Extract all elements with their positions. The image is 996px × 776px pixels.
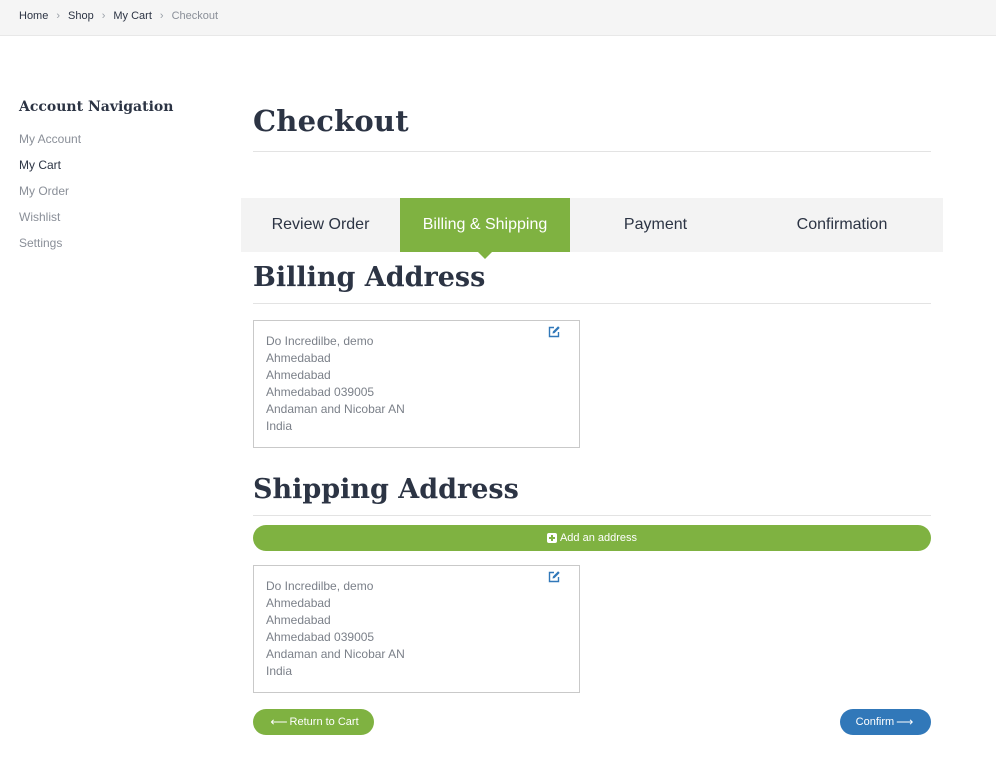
chevron-right-icon: ›: [56, 10, 61, 22]
chevron-right-icon: ›: [159, 10, 164, 22]
billing-address-line: Ahmedabad: [266, 368, 331, 382]
shipping-address-line: India: [266, 664, 293, 678]
checkout-steps: Review Order Billing & Shipping Payment …: [241, 198, 943, 259]
sidebar-item-wishlist[interactable]: Wishlist: [19, 209, 219, 235]
sidebar-item-my-order[interactable]: My Order: [19, 183, 219, 209]
shipping-address-line: Do Incredilbe, demo: [266, 579, 374, 593]
sidebar-title: Account Navigation: [19, 99, 174, 115]
breadcrumb-current: Checkout: [171, 10, 219, 22]
shipping-address-line: Andaman and Nicobar AN: [266, 647, 405, 661]
title-divider: [253, 151, 931, 152]
step-billing-shipping[interactable]: Billing & Shipping: [400, 198, 570, 259]
shipping-address-line: Ahmedabad 039005: [266, 630, 375, 644]
step-payment[interactable]: Payment: [570, 198, 741, 252]
sidebar-nav: My Account My Cart My Order Wishlist Set…: [19, 131, 219, 261]
billing-address-heading: Billing Address: [253, 262, 486, 293]
arrow-left-icon: ⟵: [270, 715, 288, 729]
return-to-cart-label: Return to Cart: [289, 716, 359, 728]
confirm-label: Confirm: [855, 716, 895, 728]
sidebar-item-settings[interactable]: Settings: [19, 235, 219, 261]
chevron-right-icon: ›: [101, 10, 106, 22]
breadcrumb: Home › Shop › My Cart › Checkout: [19, 10, 218, 22]
breadcrumb-shop-link[interactable]: Shop: [68, 10, 94, 22]
arrow-right-icon: ⟶: [896, 715, 914, 729]
breadcrumb-home-link[interactable]: Home: [19, 10, 48, 22]
billing-address-line: Do Incredilbe, demo: [266, 334, 374, 348]
shipping-address-heading: Shipping Address: [253, 474, 519, 505]
sidebar-item-my-cart[interactable]: My Cart: [19, 157, 219, 183]
shipping-address-line: Ahmedabad: [266, 596, 331, 610]
billing-divider: [253, 303, 931, 304]
confirm-button[interactable]: Confirm ⟶: [840, 709, 931, 735]
billing-address-line: India: [266, 419, 293, 433]
sidebar-item-my-account[interactable]: My Account: [19, 131, 219, 157]
billing-address-card: Do Incredilbe, demo Ahmedabad Ahmedabad …: [253, 320, 580, 448]
shipping-divider: [253, 515, 931, 516]
step-confirmation[interactable]: Confirmation: [741, 198, 943, 252]
add-address-label: Add an address: [559, 532, 638, 544]
billing-address-line: Ahmedabad 039005: [266, 385, 375, 399]
page-title: Checkout: [253, 104, 409, 138]
breadcrumb-bar: Home › Shop › My Cart › Checkout: [0, 0, 996, 36]
edit-icon[interactable]: [547, 570, 561, 584]
account-sidebar: Account Navigation My Account My Cart My…: [19, 99, 219, 261]
shipping-address-card[interactable]: Do Incredilbe, demo Ahmedabad Ahmedabad …: [253, 565, 580, 693]
plus-square-icon: [546, 533, 557, 543]
step-review-order[interactable]: Review Order: [241, 198, 400, 252]
breadcrumb-cart-link[interactable]: My Cart: [113, 10, 152, 22]
edit-icon[interactable]: [547, 325, 561, 339]
add-address-button[interactable]: Add an address: [253, 525, 931, 551]
billing-address-line: Andaman and Nicobar AN: [266, 402, 405, 416]
shipping-address-line: Ahmedabad: [266, 613, 331, 627]
return-to-cart-button[interactable]: ⟵ Return to Cart: [253, 709, 374, 735]
billing-address-line: Ahmedabad: [266, 351, 331, 365]
